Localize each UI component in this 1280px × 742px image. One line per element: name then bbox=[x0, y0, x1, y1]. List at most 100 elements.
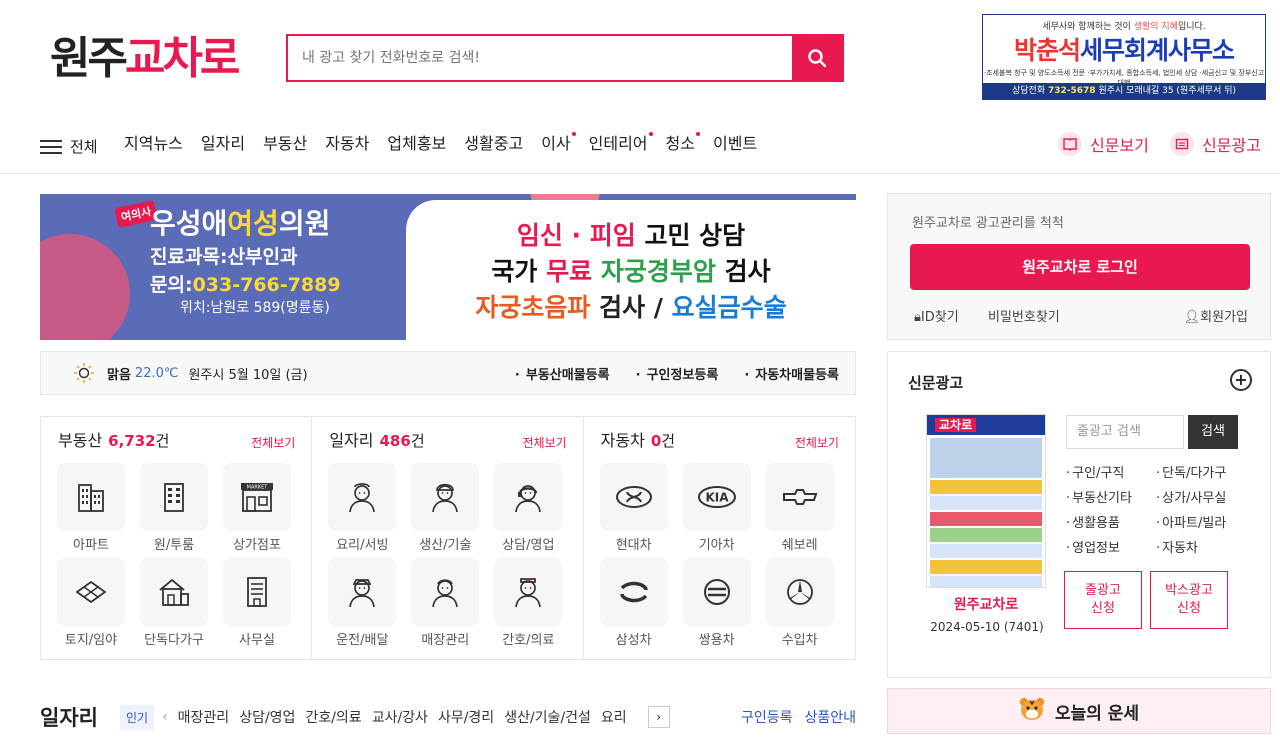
find-id-link[interactable]: 🔒︎ID찾기 bbox=[914, 306, 959, 325]
view-all-link[interactable]: 전체보기 bbox=[251, 434, 295, 451]
chevron-left-icon[interactable]: ‹ bbox=[162, 709, 168, 725]
nav-item[interactable]: 인테리어 bbox=[589, 132, 653, 156]
line-ad-category-link[interactable]: 상가/사무실 bbox=[1156, 487, 1246, 506]
category-item-label: 토지/임야 bbox=[64, 633, 118, 648]
nav-item[interactable]: 일자리 bbox=[201, 132, 245, 156]
all-menu-button[interactable]: 전체 bbox=[40, 136, 98, 157]
category-item[interactable]: 사무실 bbox=[223, 558, 291, 651]
line-ad-category-link[interactable]: 영업정보 bbox=[1066, 537, 1156, 556]
register-car-link[interactable]: 자동차매물등록 bbox=[744, 364, 839, 383]
category-item-label: 요리/서빙 bbox=[336, 538, 389, 553]
weather-bar: 맑음 22.0℃ 원주시 5월 10일 (금) 부동산매물등록 구인정보등록 자… bbox=[40, 351, 856, 395]
site-logo[interactable]: 원주교차로 bbox=[50, 34, 240, 84]
line-ad-apply-button[interactable]: 줄광고 신청 bbox=[1064, 571, 1142, 629]
category-item[interactable]: 운전/배달 bbox=[328, 558, 397, 651]
search-input[interactable] bbox=[288, 36, 794, 80]
category-title[interactable]: 자동차 0건 bbox=[601, 427, 675, 451]
login-panel: 원주교차로 광고관리를 척척 원주교차로 로그인 🔒︎ID찾기 비밀번호찾기 👤… bbox=[887, 193, 1271, 340]
category-item-label: 기아차 bbox=[698, 538, 735, 553]
fortune-label: 오늘의 운세 bbox=[1054, 703, 1140, 724]
nav-item[interactable]: 이벤트 bbox=[713, 132, 757, 156]
fortune-button[interactable]: 오늘의 운세 bbox=[887, 688, 1271, 734]
lock-icon: 🔒︎ bbox=[914, 310, 921, 325]
tax-office-ad[interactable]: 세무사와 함께하는 것이 생활의 지혜입니다. 박춘석세무회계사무소 ·조세불복… bbox=[982, 14, 1266, 100]
category-item[interactable]: 간호/의료 bbox=[494, 558, 563, 651]
chevron-right-icon[interactable]: › bbox=[647, 706, 670, 728]
category-count: 486 bbox=[379, 432, 411, 450]
nav-item[interactable]: 부동산 bbox=[263, 132, 307, 156]
category-item[interactable]: KIA 기아차 bbox=[682, 463, 751, 556]
line-ad-search-input[interactable]: 줄광고 검색 bbox=[1066, 415, 1184, 449]
category-item-label: 간호/의료 bbox=[502, 633, 555, 648]
job-tag[interactable]: 요리 bbox=[601, 707, 627, 727]
register-realestate-link[interactable]: 부동산매물등록 bbox=[515, 364, 610, 383]
category-item[interactable]: 현대차 bbox=[599, 463, 668, 556]
job-tag[interactable]: 상담/영업 bbox=[239, 707, 295, 727]
product-info-link[interactable]: 상품안내 bbox=[804, 707, 856, 727]
nav-item-label: 업체홍보 bbox=[387, 134, 447, 153]
nav-item[interactable]: 이사 bbox=[541, 132, 576, 156]
line-ad-category-link[interactable]: 구인/구직 bbox=[1066, 462, 1156, 481]
jobs-section-title: 일자리 bbox=[40, 706, 98, 730]
popular-tab[interactable]: 인기 bbox=[119, 704, 155, 730]
category-unit: 건 bbox=[410, 432, 425, 450]
category-item-label: 현대차 bbox=[615, 538, 652, 553]
nav-item[interactable]: 지역뉴스 bbox=[124, 132, 183, 156]
category-item[interactable]: 원/투룸 bbox=[140, 463, 208, 556]
store-icon: MARKET bbox=[223, 463, 291, 531]
job-tag[interactable]: 교사/강사 bbox=[372, 707, 428, 727]
signup-link[interactable]: 👤︎회원가입 bbox=[1184, 306, 1248, 325]
find-password-link[interactable]: 비밀번호찾기 bbox=[988, 306, 1060, 325]
job-tag[interactable]: 매장관리 bbox=[178, 707, 230, 727]
nav-item[interactable]: 자동차 bbox=[325, 132, 369, 156]
view-all-link[interactable]: 전체보기 bbox=[795, 434, 839, 451]
category-item[interactable]: 생산/기술 bbox=[411, 463, 480, 556]
job-tag[interactable]: 생산/기술/건설 bbox=[504, 707, 591, 727]
newspaper-caption[interactable]: 원주교차로 bbox=[926, 594, 1046, 614]
nav-item[interactable]: 생활중고 bbox=[464, 132, 523, 156]
login-button[interactable]: 원주교차로 로그인 bbox=[910, 244, 1250, 290]
line-ad-category-link[interactable]: 자동차 bbox=[1156, 537, 1246, 556]
newspaper-view-label: 신문보기 bbox=[1090, 136, 1149, 155]
category-item[interactable]: 매장관리 bbox=[411, 558, 480, 651]
register-job-link[interactable]: 구인정보등록 bbox=[636, 364, 719, 383]
clerk-icon bbox=[411, 558, 480, 626]
line-ad-category-link[interactable]: 생활용품 bbox=[1066, 512, 1156, 531]
line-ad-category-link[interactable]: 부동산기타 bbox=[1066, 487, 1156, 506]
hyundai-icon bbox=[599, 463, 668, 531]
category-title[interactable]: 일자리 486건 bbox=[329, 427, 424, 451]
line-ad-search-button[interactable]: 검색 bbox=[1188, 415, 1238, 449]
category-item[interactable]: 상담/영업 bbox=[494, 463, 563, 556]
job-register-link[interactable]: 구인등록 bbox=[741, 707, 793, 727]
plus-icon[interactable]: + bbox=[1230, 369, 1252, 391]
category-title[interactable]: 부동산 6,732건 bbox=[58, 427, 169, 451]
box-ad-apply-button[interactable]: 박스광고 신청 bbox=[1150, 571, 1228, 629]
newspaper-ad-link[interactable]: 신문광고 bbox=[1170, 132, 1261, 156]
category-item[interactable]: 토지/임야 bbox=[57, 558, 125, 651]
category-item[interactable]: 쉐보레 bbox=[765, 463, 834, 556]
nav-item[interactable]: 청소 bbox=[666, 132, 700, 156]
category-item[interactable]: 요리/서빙 bbox=[328, 463, 397, 556]
search-button[interactable] bbox=[792, 36, 842, 80]
apartment-icon bbox=[57, 463, 125, 531]
category-item[interactable]: 쌍용차 bbox=[682, 558, 751, 651]
category-grid: 아파트 원/투룸 MARKET 상가점포토지/임야 단독다가구 사무실 bbox=[57, 463, 291, 651]
category-item[interactable]: 아파트 bbox=[57, 463, 125, 556]
category-item[interactable]: 삼성차 bbox=[599, 558, 668, 651]
category-item[interactable]: 수입차 bbox=[765, 558, 834, 651]
line-ad-category-link[interactable]: 아파트/빌라 bbox=[1156, 512, 1246, 531]
category-item[interactable]: 단독다가구 bbox=[140, 558, 208, 651]
line-ad-category-link[interactable]: 단독/다가구 bbox=[1156, 462, 1246, 481]
weather-date: 원주시 5월 10일 (금) bbox=[188, 367, 308, 383]
job-tag[interactable]: 간호/의료 bbox=[305, 707, 361, 727]
job-tag[interactable]: 사무/경리 bbox=[438, 707, 494, 727]
search-bar bbox=[286, 34, 844, 82]
category-item-label: 매장관리 bbox=[421, 633, 470, 648]
nav-item[interactable]: 업체홍보 bbox=[387, 132, 446, 156]
clinic-banner[interactable]: 여의사 우성애여성의원 진료과목:산부인과 문의:033-766-7889 위치… bbox=[40, 194, 856, 340]
user-icon: 👤︎ bbox=[1183, 310, 1201, 325]
newspaper-view-link[interactable]: 신문보기 bbox=[1058, 132, 1149, 156]
view-all-link[interactable]: 전체보기 bbox=[522, 434, 566, 451]
category-item[interactable]: MARKET 상가점포 bbox=[223, 463, 291, 556]
newspaper-cover[interactable]: 교차로 bbox=[926, 414, 1046, 588]
